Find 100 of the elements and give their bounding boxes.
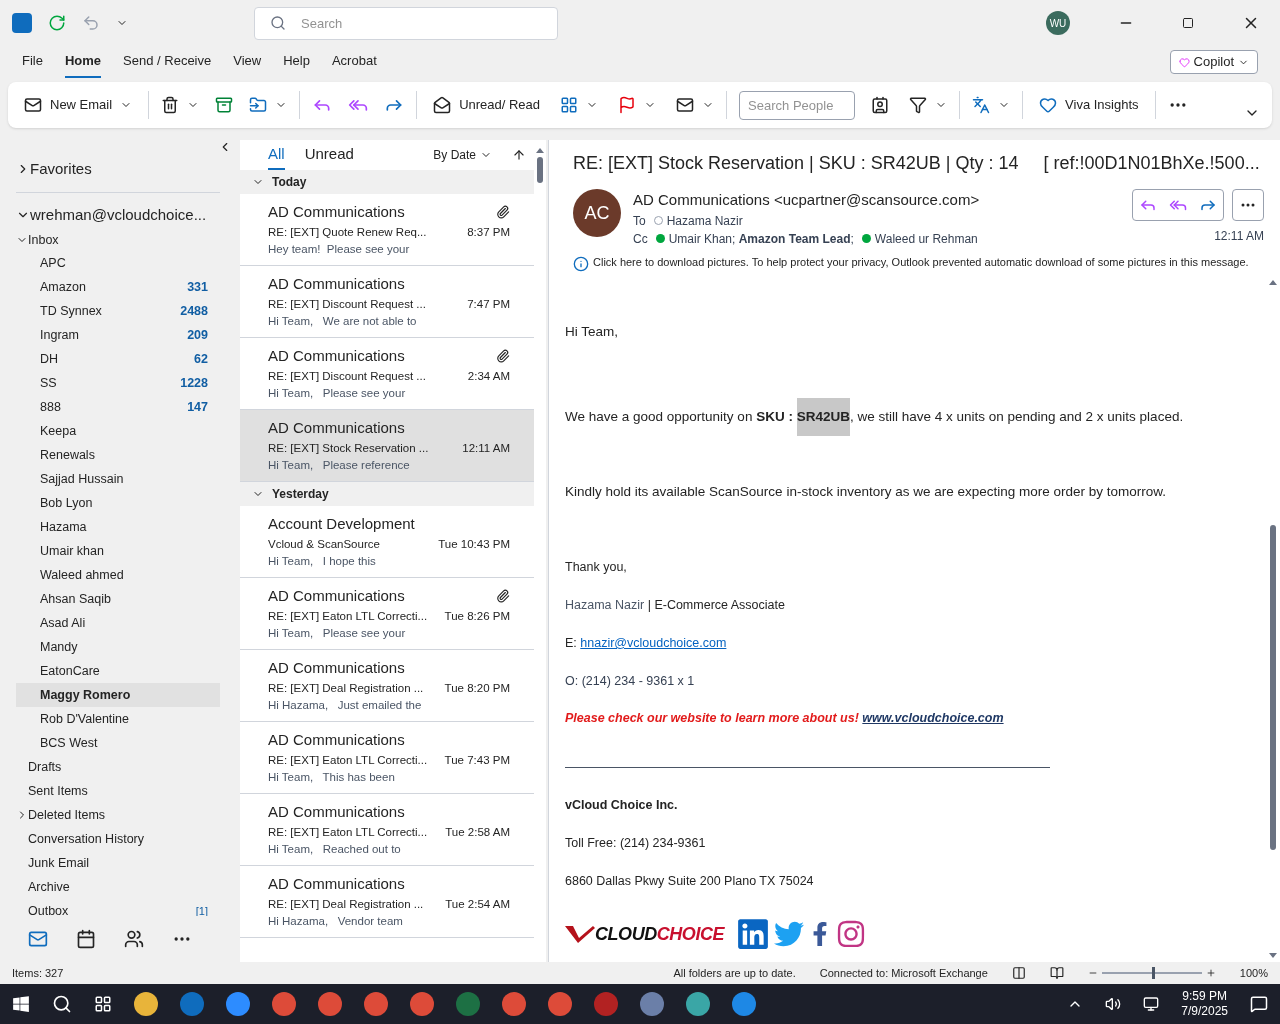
categorize-icon[interactable] bbox=[560, 96, 579, 114]
task-view-icon[interactable] bbox=[94, 995, 112, 1013]
viva-insights-button[interactable]: Viva Insights bbox=[1035, 95, 1143, 115]
download-pictures-notice[interactable]: Click here to download pictures. To help protect your privacy, Outlook prevented automatic download of some pictures in this message. bbox=[593, 255, 1249, 270]
message-item[interactable]: AD Communications RE: [EXT] Deal Registration ... Tue 8:20 PM Hi Hazama, Just emailed the bbox=[240, 650, 534, 722]
translate-icon[interactable] bbox=[972, 96, 991, 114]
menu-tab[interactable]: File bbox=[22, 46, 43, 78]
folder-item[interactable]: EatonCare bbox=[16, 659, 220, 683]
folder-item[interactable]: Drafts bbox=[16, 755, 220, 779]
recipient[interactable]: Hazama Nazir bbox=[653, 211, 743, 230]
linkedin-icon[interactable] bbox=[736, 917, 771, 952]
folder-item[interactable]: Sent Items bbox=[16, 779, 220, 803]
folder-item[interactable]: Umair khan bbox=[16, 539, 220, 563]
archive-icon[interactable] bbox=[215, 96, 234, 114]
address-book-icon[interactable] bbox=[871, 96, 890, 114]
website-link[interactable]: www.vcloudchoice.com bbox=[862, 711, 1004, 726]
message-item[interactable]: AD Communications RE: [EXT] Eaton LTL Correcti... Tue 8:26 PM Hi Team, Please see your bbox=[240, 578, 534, 650]
menu-tab[interactable]: Send / Receive bbox=[123, 46, 212, 78]
folder-item[interactable]: Favorites bbox=[16, 154, 220, 184]
normal-view-icon[interactable] bbox=[1011, 966, 1026, 980]
folder-item[interactable]: Junk Email bbox=[16, 851, 220, 875]
sort-button[interactable]: By Date bbox=[433, 146, 492, 164]
message-item[interactable]: AD Communications RE: [EXT] Quote Renew Req... 8:37 PM Hey team! Please see your bbox=[240, 194, 534, 266]
taskbar-app-icon[interactable] bbox=[318, 992, 342, 1016]
taskbar-app-icon[interactable] bbox=[502, 992, 526, 1016]
taskbar-app-icon[interactable] bbox=[272, 992, 296, 1016]
message-item[interactable]: AD Communications RE: [EXT] Deal Registration ... Tue 2:54 AM Hi Hazama, Vendor team bbox=[240, 866, 534, 938]
folder-item[interactable]: wrehman@vcloudchoice... bbox=[16, 201, 220, 229]
taskbar-app-icon[interactable] bbox=[226, 992, 250, 1016]
volume-icon[interactable] bbox=[1105, 996, 1122, 1012]
instagram-icon[interactable] bbox=[836, 919, 867, 950]
delete-icon[interactable] bbox=[161, 96, 180, 114]
email-link[interactable]: hnazir@vcloudchoice.com bbox=[580, 635, 727, 650]
taskbar-app-icon[interactable] bbox=[364, 992, 388, 1016]
folder-item[interactable]: Bob Lyon bbox=[16, 491, 220, 515]
filter-tab[interactable]: Unread bbox=[304, 140, 354, 170]
folder-item[interactable]: Archive bbox=[16, 875, 220, 899]
user-avatar[interactable]: WU bbox=[1046, 11, 1070, 35]
menu-tab[interactable]: Home bbox=[64, 46, 102, 78]
message-item[interactable]: AD Communications RE: [EXT] Eaton LTL Correcti... Tue 7:43 PM Hi Team, This has been bbox=[240, 722, 534, 794]
folder-item[interactable]: Inbox bbox=[16, 229, 220, 251]
folder-item[interactable]: Keepa bbox=[16, 419, 220, 443]
clock-time[interactable]: 9:59 PM bbox=[1182, 989, 1227, 1004]
recipient[interactable]: Umair Khan; Amazon Team Lead; bbox=[655, 229, 854, 248]
folder-item[interactable]: SS 1228 bbox=[16, 371, 220, 395]
folder-item[interactable]: Sajjad Hussain bbox=[16, 467, 220, 491]
folder-item[interactable]: Hazama bbox=[16, 515, 220, 539]
network-icon[interactable] bbox=[1143, 996, 1160, 1012]
people-icon[interactable] bbox=[124, 929, 144, 949]
menu-tab[interactable]: Acrobat bbox=[331, 46, 377, 78]
clock-date[interactable]: 7/9/2025 bbox=[1181, 1004, 1228, 1019]
group-header[interactable]: Yesterday bbox=[240, 482, 534, 506]
search-people-field[interactable]: Search People bbox=[739, 90, 856, 120]
notifications-icon[interactable] bbox=[1250, 995, 1268, 1013]
copilot-button[interactable]: Copilot bbox=[1169, 50, 1258, 74]
folder-item[interactable]: 888 147 bbox=[16, 395, 220, 419]
taskbar-app-icon[interactable] bbox=[732, 992, 756, 1016]
folder-item[interactable]: APC bbox=[16, 251, 220, 275]
move-icon[interactable] bbox=[249, 96, 268, 114]
taskbar-app-icon[interactable] bbox=[548, 992, 572, 1016]
start-icon[interactable] bbox=[12, 995, 30, 1013]
folder-item[interactable]: Maggy Romero bbox=[16, 683, 220, 707]
folder-item[interactable]: Mandy bbox=[16, 635, 220, 659]
sync-icon[interactable] bbox=[48, 14, 66, 32]
message-item[interactable]: AD Communications RE: [EXT] Stock Reservation ... 12:11 AM Hi Team, Please reference bbox=[240, 410, 534, 482]
folder-item[interactable]: BCS West bbox=[16, 731, 220, 755]
search-field[interactable]: Search bbox=[254, 6, 558, 40]
taskbar-app-icon[interactable] bbox=[640, 992, 664, 1016]
restore-icon[interactable] bbox=[1182, 17, 1194, 29]
folder-item[interactable]: Ingram 209 bbox=[16, 323, 220, 347]
unread-read-button[interactable]: Unread/ Read bbox=[429, 95, 545, 115]
folder-item[interactable]: DH 62 bbox=[16, 347, 220, 371]
flag-icon[interactable] bbox=[618, 96, 637, 114]
mail-icon[interactable] bbox=[28, 929, 48, 949]
zoom-slider-thumb[interactable] bbox=[1151, 967, 1155, 979]
menu-tab[interactable]: Help bbox=[283, 46, 310, 78]
folder-item[interactable]: Renewals bbox=[16, 443, 220, 467]
search-icon[interactable] bbox=[52, 994, 72, 1014]
group-header[interactable]: Today bbox=[240, 170, 534, 194]
more-actions-button[interactable] bbox=[1232, 189, 1264, 221]
folder-item[interactable]: Conversation History bbox=[16, 827, 220, 851]
filter-icon[interactable] bbox=[909, 96, 928, 114]
taskbar-app-icon[interactable] bbox=[410, 992, 434, 1016]
folder-item[interactable]: Ahsan Saqib bbox=[16, 587, 220, 611]
folder-item[interactable]: Waleed ahmed bbox=[16, 563, 220, 587]
folder-item[interactable]: Amazon 331 bbox=[16, 275, 220, 299]
menu-tab[interactable]: View bbox=[233, 46, 262, 78]
taskbar-app-icon[interactable] bbox=[134, 992, 158, 1016]
folder-item[interactable]: Deleted Items bbox=[16, 803, 220, 827]
folder-item[interactable]: Rob D'Valentine bbox=[16, 707, 220, 731]
message-item[interactable]: Account Development Vcloud & ScanSource Tue 10:43 PM Hi Team, I hope this bbox=[240, 506, 534, 578]
taskbar-app-icon[interactable] bbox=[686, 992, 710, 1016]
recipient[interactable]: Waleed ur Rehman bbox=[861, 229, 978, 248]
zoom-in-icon[interactable] bbox=[1205, 968, 1216, 978]
message-item[interactable]: AD Communications RE: [EXT] Eaton LTL Correcti... Tue 2:58 AM Hi Team, Reached out to bbox=[240, 794, 534, 866]
calendar-icon[interactable] bbox=[76, 929, 96, 949]
reading-view-icon[interactable] bbox=[1049, 966, 1064, 980]
folder-item[interactable]: TD Synnex 2488 bbox=[16, 299, 220, 323]
message-item[interactable]: AD Communications RE: [EXT] Discount Request ... 7:47 PM Hi Team, We are not able to bbox=[240, 266, 534, 338]
rules-icon[interactable] bbox=[676, 96, 695, 114]
